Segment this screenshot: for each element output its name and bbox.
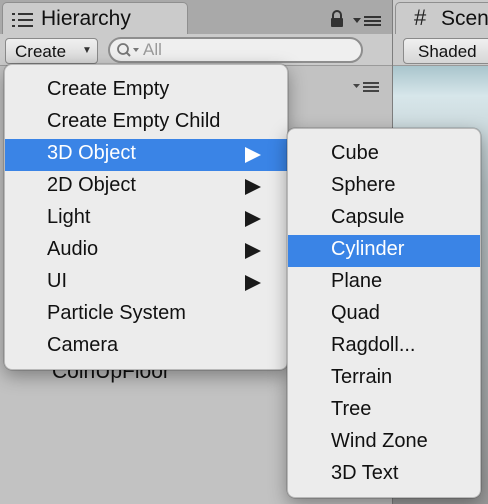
shading-mode-label: Shaded [418, 42, 477, 61]
search-icon [116, 42, 142, 63]
submenu-arrow-icon [245, 147, 261, 163]
shading-mode-dropdown[interactable]: Shaded [403, 38, 488, 64]
submenu-item-plane[interactable]: Plane [288, 267, 480, 299]
menu-item-label: Wind Zone [331, 430, 428, 452]
menu-item-label: Camera [47, 334, 119, 356]
submenu-arrow-icon [245, 179, 261, 195]
submenu-item-ragdoll[interactable]: Ragdoll... [288, 331, 480, 363]
submenu-arrow-icon [245, 243, 261, 259]
hierarchy-search-field[interactable]: All [108, 37, 363, 63]
lock-icon[interactable] [330, 10, 344, 33]
submenu-item-cylinder[interactable]: Cylinder [288, 235, 480, 267]
menu-item-light[interactable]: Light [5, 203, 287, 235]
menu-item-label: Quad [331, 302, 380, 324]
create-menu: Create Empty Create Empty Child 3D Objec… [4, 64, 288, 370]
menu-item-audio[interactable]: Audio [5, 235, 287, 267]
menu-item-label: UI [47, 270, 67, 292]
submenu-item-sphere[interactable]: Sphere [288, 171, 480, 203]
submenu-item-3d-text[interactable]: 3D Text [288, 459, 480, 491]
menu-item-label: Particle System [47, 302, 186, 324]
menu-item-label: Light [47, 206, 91, 228]
submenu-item-terrain[interactable]: Terrain [288, 363, 480, 395]
list-icon [12, 12, 34, 33]
3d-object-submenu: Cube Sphere Capsule Cylinder Plane Quad … [287, 128, 481, 498]
menu-item-particle-system[interactable]: Particle System [5, 299, 287, 331]
menu-item-label: Create Empty Child [47, 110, 221, 132]
menu-item-label: Cube [331, 142, 379, 164]
menu-item-label: Cylinder [331, 238, 405, 260]
menu-item-label: Audio [47, 238, 99, 260]
hierarchy-toolbar: Create ▼ All [0, 34, 392, 66]
menu-item-label: Ragdoll... [331, 334, 416, 356]
menu-item-ui[interactable]: UI [5, 267, 287, 299]
hierarchy-tab-title: Hierarchy [41, 7, 131, 30]
submenu-item-tree[interactable]: Tree [288, 395, 480, 427]
submenu-item-wind-zone[interactable]: Wind Zone [288, 427, 480, 459]
search-placeholder: All [143, 40, 162, 59]
menu-item-label: Sphere [331, 174, 396, 196]
scene-toolbar: Shaded [393, 34, 488, 66]
submenu-item-quad[interactable]: Quad [288, 299, 480, 331]
dropdown-arrow-icon: ▼ [82, 45, 92, 56]
submenu-item-cube[interactable]: Cube [288, 139, 480, 171]
menu-item-create-empty-child[interactable]: Create Empty Child [5, 107, 287, 139]
grid-icon: # [414, 5, 427, 30]
create-button-label: Create [15, 42, 67, 61]
scene-tab[interactable]: # Scene [395, 2, 488, 36]
scene-row-menu-icon[interactable] [352, 80, 380, 98]
create-dropdown-button[interactable]: Create ▼ [5, 38, 98, 64]
menu-item-2d-object[interactable]: 2D Object [5, 171, 287, 203]
menu-item-camera[interactable]: Camera [5, 331, 287, 363]
submenu-arrow-icon [245, 211, 261, 227]
panel-menu-icon[interactable] [352, 14, 382, 32]
hierarchy-tab[interactable]: Hierarchy [2, 2, 188, 36]
menu-item-create-empty[interactable]: Create Empty [5, 75, 287, 107]
menu-item-label: 3D Text [331, 462, 399, 484]
submenu-item-capsule[interactable]: Capsule [288, 203, 480, 235]
menu-item-label: Capsule [331, 206, 405, 228]
menu-item-label: 3D Object [47, 142, 136, 164]
menu-item-label: Create Empty [47, 78, 170, 100]
menu-item-label: Plane [331, 270, 383, 292]
submenu-arrow-icon [245, 275, 261, 291]
menu-item-label: Tree [331, 398, 372, 420]
menu-item-label: Terrain [331, 366, 393, 388]
menu-item-3d-object[interactable]: 3D Object [5, 139, 287, 171]
menu-item-label: 2D Object [47, 174, 136, 196]
scene-tab-title: Scene [441, 7, 488, 30]
